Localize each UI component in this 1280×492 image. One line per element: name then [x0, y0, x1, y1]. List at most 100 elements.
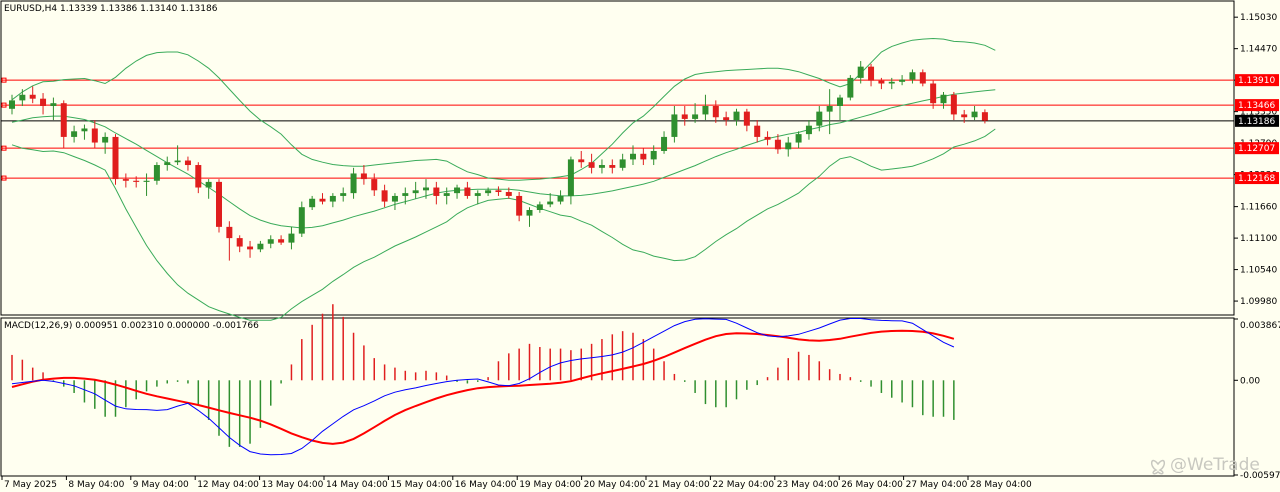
candle-body [712, 106, 719, 118]
candle-body [340, 193, 347, 196]
price-tick-label: 1.15030 [1240, 13, 1277, 23]
candle-body [102, 136, 109, 143]
candle-body [764, 136, 771, 140]
candle-body [205, 181, 212, 188]
macd-tick-label: 0.003867 [1240, 321, 1280, 331]
time-tick-label: 27 May 04:00 [906, 480, 968, 490]
candle-body [588, 162, 595, 168]
candle-body [661, 136, 668, 151]
candle-body [350, 173, 357, 194]
time-tick-label: 8 May 04:00 [68, 480, 124, 490]
candle-body [650, 150, 657, 160]
candle-body [19, 94, 26, 101]
candle-body [29, 94, 36, 99]
candle-body [81, 128, 88, 132]
candle-body [309, 198, 316, 208]
candle-body [526, 210, 533, 216]
candle-body [153, 165, 160, 181]
candle-body [112, 136, 119, 180]
candle-body [785, 142, 792, 150]
candle-body [319, 198, 326, 202]
candle-body [723, 117, 730, 121]
candle-body [91, 128, 98, 143]
candle-body [857, 66, 864, 78]
candle-body [391, 195, 398, 202]
candle-body [381, 190, 388, 202]
candle-body [454, 187, 461, 194]
time-tick-label: 23 May 04:00 [777, 480, 839, 490]
symbol-header: EURUSD,H4 1.13339 1.13386 1.13140 1.1318… [4, 4, 218, 14]
candle-body [257, 243, 264, 250]
time-tick-label: 26 May 04:00 [841, 480, 903, 490]
candle [112, 134, 119, 185]
candle-body [505, 192, 512, 196]
candle-body [216, 181, 222, 227]
price-tag-label: 1.13466 [1238, 101, 1275, 111]
candle-body [930, 83, 937, 104]
candle-body [816, 111, 823, 126]
candle-body [516, 195, 523, 216]
time-tick-label: 12 May 04:00 [197, 480, 259, 490]
candle-body [878, 80, 885, 84]
candle-body [174, 160, 181, 163]
price-tag-label: 1.12707 [1238, 144, 1275, 154]
candle-body [402, 193, 409, 196]
price-tick-label: 1.11660 [1240, 203, 1277, 213]
candle-body [805, 125, 812, 135]
time-tick-label: 13 May 04:00 [262, 480, 324, 490]
candle-body [536, 204, 543, 210]
candle-body [195, 165, 202, 188]
candle-body [961, 114, 968, 118]
time-tick-label: 19 May 04:00 [519, 480, 581, 490]
candle-body [681, 114, 688, 119]
candle-body [60, 103, 67, 137]
candle-body [50, 103, 57, 106]
candle-body [640, 153, 647, 160]
candle-body [619, 159, 626, 168]
candle-body [474, 193, 481, 196]
price-tag-label: 1.12168 [1238, 174, 1275, 184]
macd-tick-label: 0.00 [1240, 376, 1260, 386]
candle-body [547, 201, 554, 205]
watermark-text: @WeTrade [1170, 455, 1260, 475]
candle-body [360, 173, 367, 180]
candle-body [226, 226, 233, 239]
candle-body [557, 195, 564, 202]
candle-body [423, 187, 429, 191]
candle-body [567, 159, 574, 196]
price-tick-label: 1.11100 [1240, 234, 1277, 244]
candle-body [598, 165, 605, 168]
time-tick-label: 9 May 04:00 [133, 480, 189, 490]
time-tick-label: 16 May 04:00 [455, 480, 517, 490]
candle-body [578, 159, 585, 163]
candle-body [609, 165, 616, 168]
candle-body [443, 193, 450, 196]
candle-body [267, 239, 274, 244]
candle-body [298, 207, 305, 234]
time-tick-label: 7 May 2025 [4, 480, 57, 490]
candle-body [288, 233, 295, 243]
price-tick-label: 1.09980 [1240, 297, 1277, 307]
candle-body [122, 179, 129, 181]
trading-chart: EURUSD,H4 1.13339 1.13386 1.13140 1.1318… [0, 0, 1280, 492]
candle-body [981, 112, 988, 121]
chart-background [0, 0, 1280, 492]
time-tick-label: 21 May 04:00 [648, 480, 710, 490]
time-tick-label: 14 May 04:00 [326, 480, 388, 490]
candle-body [733, 111, 740, 121]
candle-body [133, 180, 140, 182]
candle-body [919, 72, 926, 84]
candle-body [485, 190, 492, 194]
candle-body [278, 239, 285, 243]
time-tick-label: 28 May 04:00 [970, 480, 1032, 490]
candle-body [774, 139, 781, 150]
candle-body [692, 114, 699, 119]
candle-body [899, 79, 906, 82]
candle-body [329, 195, 336, 202]
candle-body [837, 97, 843, 106]
time-tick-label: 22 May 04:00 [712, 480, 774, 490]
candle-body [71, 131, 78, 137]
candle-body [888, 81, 895, 84]
candle-body [795, 134, 802, 143]
candle-body [40, 98, 47, 106]
